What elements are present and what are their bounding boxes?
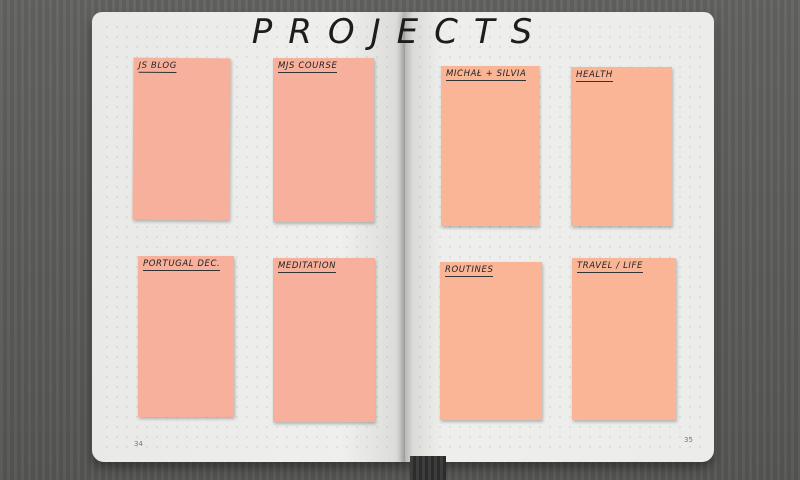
sticky-note-meditation: MEDITATION: [273, 258, 375, 422]
bookmark-ribbon: [410, 456, 446, 480]
sticky-note-mjs-course: MJS COURSE: [273, 58, 374, 222]
note-label: MJS COURSE: [278, 61, 338, 73]
notebook-spine-gutter: [397, 12, 413, 462]
left-page-number: 34: [134, 440, 143, 448]
sticky-note-portugal-dec: PORTUGAL DEC.: [138, 256, 234, 417]
note-label: ROUTINES: [445, 265, 494, 277]
note-label: PORTUGAL DEC.: [143, 259, 221, 271]
sticky-note-michal-silvia: MICHAŁ + SILVIA: [441, 66, 539, 226]
note-label: MICHAŁ + SILVIA: [446, 69, 527, 81]
note-label: JS BLOG: [138, 60, 177, 73]
projects-heading: PROJECTS: [251, 12, 549, 52]
open-notebook: PROJECTS JS BLOG MJS COURSE PORTUGAL DEC…: [92, 12, 714, 468]
note-label: TRAVEL / LIFE: [577, 261, 643, 273]
sticky-note-health: HEALTH: [571, 67, 672, 226]
note-label: HEALTH: [576, 70, 613, 82]
sticky-note-routines: ROUTINES: [440, 262, 542, 420]
sticky-note-js-blog: JS BLOG: [132, 57, 231, 221]
sticky-note-travel-life: TRAVEL / LIFE: [572, 258, 676, 420]
right-page-number: 35: [684, 436, 693, 444]
note-label: MEDITATION: [278, 261, 337, 273]
